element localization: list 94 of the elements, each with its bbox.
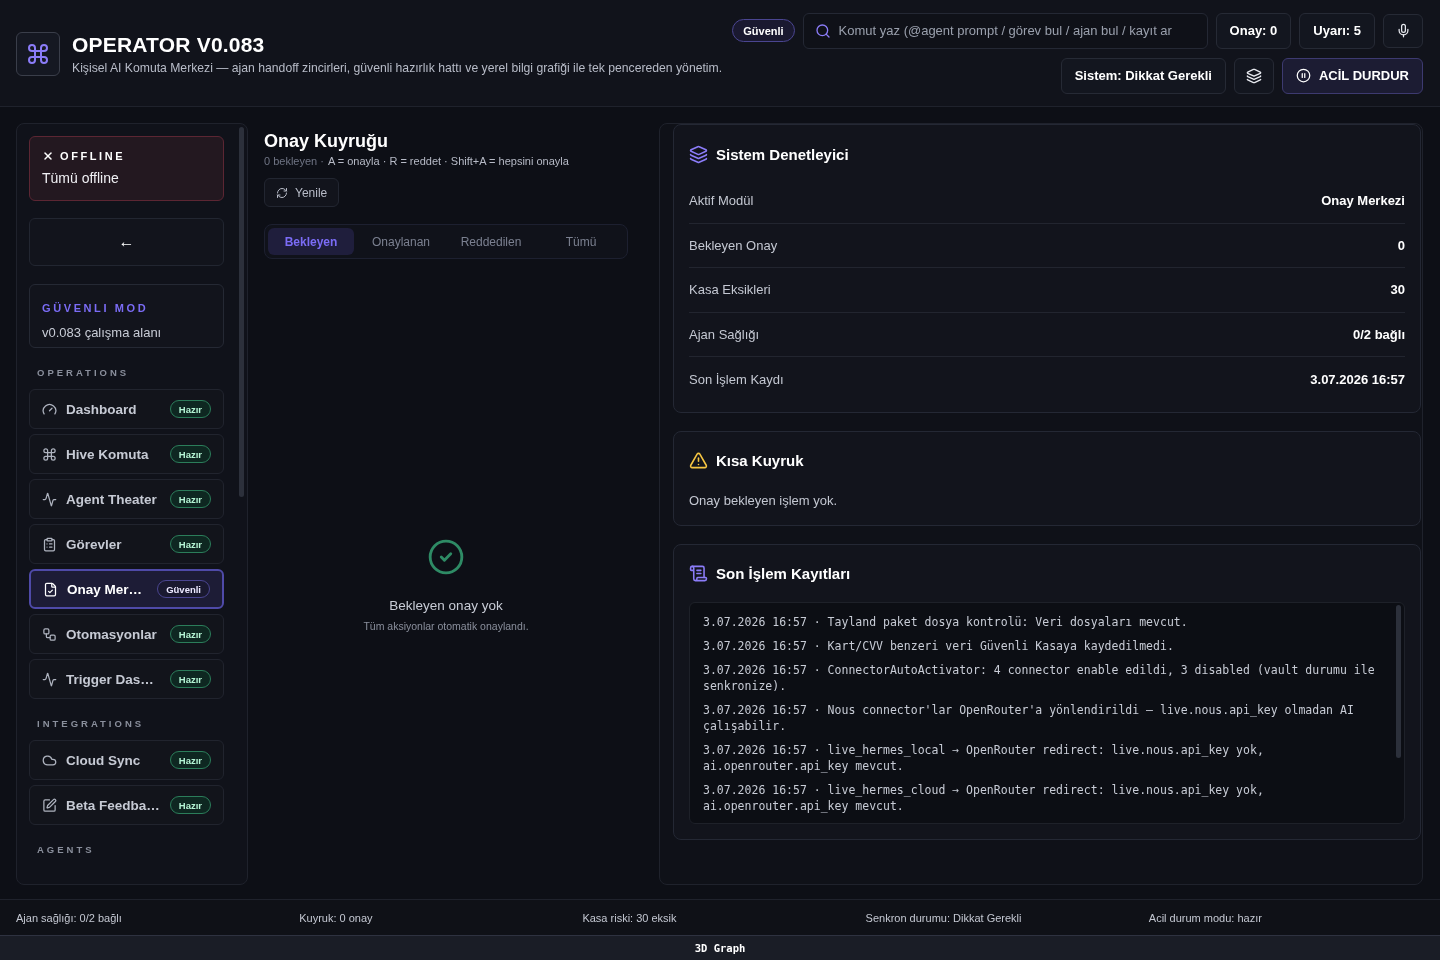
queue-tab[interactable]: Bekleyen	[268, 228, 354, 255]
card-title: Kısa Kuyruk	[716, 452, 804, 469]
offline-text: Tümü offline	[42, 170, 120, 186]
nav-item[interactable]: Beta Feedba… Hazır	[29, 785, 224, 825]
log-entry: 3.07.2026 16:57 · live_hermes_local → OpenRouter redirect: live.nous.api_key yok, ai.openrouter.api_key mevcut.	[703, 741, 1265, 774]
status-text: Kasa riski: 30 eksik	[582, 911, 677, 924]
pulse-icon	[42, 671, 57, 687]
workflow-icon	[42, 626, 57, 642]
status-badge: Hazır	[169, 625, 211, 643]
queue-tab[interactable]: Tümü	[538, 228, 624, 255]
pulse-icon	[42, 491, 57, 507]
check-circle-icon	[427, 538, 465, 576]
section-label: AGENTS	[37, 844, 95, 855]
graph-toggle-button[interactable]: 3D Graph	[0, 935, 1440, 960]
command-icon	[16, 31, 60, 76]
info-value: 0	[1397, 237, 1405, 253]
queue-tab[interactable]: Onaylanan	[358, 228, 444, 255]
status-badge: Hazır	[169, 490, 211, 508]
refresh-icon	[276, 186, 288, 199]
empty-text: Tüm aksiyonlar otomatik onaylandı.	[363, 620, 529, 632]
queue-empty-text: Onay bekleyen işlem yok.	[689, 492, 839, 509]
pause-icon	[1295, 68, 1311, 83]
info-label: Ajan Sağlığı	[689, 326, 760, 342]
section-label: OPERATIONS	[37, 367, 130, 378]
counter-button[interactable]: Uyarı: 5	[1299, 12, 1375, 49]
queue-title: Onay Kuyruğu	[264, 130, 388, 152]
layers-icon	[1245, 67, 1262, 84]
status-text: Senkron durumu: Dikkat Gerekli	[865, 911, 1022, 924]
card-title: Son İşlem Kayıtları	[716, 565, 851, 582]
status-badge: Hazır	[169, 751, 211, 769]
scrollbar[interactable]	[239, 127, 244, 497]
mode-title: GÜVENLI MOD	[42, 302, 149, 314]
status-text: Acil durum modu: hazır	[1148, 911, 1262, 924]
emergency-stop-button[interactable]: ACİL DURDUR	[1281, 57, 1423, 94]
clipboard-icon	[42, 536, 57, 552]
info-value: Onay Merkezi	[1321, 193, 1405, 209]
gauge-icon	[42, 401, 57, 417]
info-label: Aktif Modül	[689, 193, 754, 209]
nav-item[interactable]: Hive Komuta Hazır	[29, 434, 224, 474]
log-entry: 3.07.2026 16:57 · Kart/CVV benzeri veri Güvenli Kasaya kaydedilmedi.	[703, 637, 1175, 654]
status-badge: Hazır	[169, 535, 211, 553]
microphone-button[interactable]	[1383, 13, 1423, 48]
log-entry: 3.07.2026 16:57 · ConnectorAutoActivator: 4 connector enable edildi, 3 disabled (vault durumu ile senkronize).	[703, 661, 1376, 694]
nav-item[interactable]: Otomasyonlar Hazır	[29, 614, 224, 654]
layers-button[interactable]	[1233, 57, 1274, 94]
info-value: 30	[1390, 282, 1405, 298]
shortcut-hint: A = onayla · R = reddet · Shift+A = hepsini onayla	[327, 155, 569, 167]
status-badge: Hazır	[169, 796, 211, 814]
layers-icon	[689, 144, 708, 164]
section-label: INTEGRATIONS	[37, 718, 145, 729]
counter-button[interactable]: Onay: 0	[1215, 12, 1292, 49]
log-entry: 3.07.2026 16:57 · live_hermes_cloud → OpenRouter redirect: live.nous.api_key yok, ai.openrouter.api_key mevcut.	[703, 781, 1265, 814]
mode-badge: Güvenli	[732, 19, 795, 42]
log-entry: 3.07.2026 16:57 · Nous connector'lar OpenRouter'a yönlendirildi — live.nous.api_key olmadan AI çalışabilir.	[703, 701, 1355, 734]
pen-square-icon	[42, 797, 57, 813]
nav-item[interactable]: Onay Mer… Güvenli	[29, 569, 224, 609]
info-label: Son İşlem Kaydı	[689, 371, 784, 387]
info-value: 3.07.2026 16:57	[1310, 371, 1405, 387]
refresh-button[interactable]: Yenile	[264, 178, 340, 207]
info-label: Bekleyen Onay	[689, 237, 778, 253]
cloud-icon	[42, 752, 57, 768]
status-badge: Hazır	[169, 670, 211, 688]
log-entry: 3.07.2026 16:57 · Tayland paket dosya kontrolü: Veri dosyaları mevcut.	[703, 613, 1189, 630]
card-title: Sistem Denetleyici	[716, 145, 849, 163]
scroll-icon	[689, 564, 708, 583]
scrollbar[interactable]	[1396, 604, 1401, 758]
search-icon	[814, 22, 831, 39]
info-label: Kasa Eksikleri	[689, 282, 771, 298]
status-text: Kuyruk: 0 onay	[299, 911, 373, 924]
file-check-icon	[43, 581, 58, 597]
nav-item[interactable]: Trigger Das… Hazır	[29, 659, 224, 699]
app-subtitle: Kişisel AI Komuta Merkezi — ajan handoff zincirleri, güvenli hazırlık hattı ve yerel bilgi grafiği ile tek pencereden yönetim.	[72, 60, 723, 75]
app-title: OPERATOR V0.083	[72, 32, 265, 57]
empty-title: Bekleyen onay yok	[389, 598, 503, 613]
status-badge: Güvenli	[157, 580, 210, 598]
system-status-button[interactable]: Sistem: Dikkat Gerekli	[1060, 57, 1226, 94]
nav-item[interactable]: Agent Theater Hazır	[29, 479, 224, 519]
nav-item[interactable]: Dashboard Hazır	[29, 389, 224, 429]
nav-item[interactable]: Görevler Hazır	[29, 524, 224, 564]
warning-icon	[689, 451, 708, 470]
nav-item[interactable]: Cloud Sync Hazır	[29, 740, 224, 780]
mode-text: v0.083 çalışma alanı	[42, 325, 163, 340]
offline-title: OFFLINE	[60, 150, 126, 162]
pending-count: 0 bekleyen ·	[264, 155, 324, 167]
status-text: Ajan sağlığı: 0/2 bağlı	[16, 911, 122, 924]
command-search-field[interactable]: Komut yaz (@agent prompt / görev bul / ajan bul / kayıt ar	[802, 12, 1208, 49]
status-badge: Hazır	[169, 400, 211, 418]
back-button[interactable]: ←	[29, 218, 224, 266]
info-value: 0/2 bağlı	[1352, 326, 1405, 342]
queue-tab[interactable]: Reddedilen	[448, 228, 534, 255]
status-badge: Hazır	[169, 445, 211, 463]
microphone-icon	[1395, 23, 1411, 38]
command-icon	[42, 446, 57, 462]
close-icon	[42, 150, 54, 162]
